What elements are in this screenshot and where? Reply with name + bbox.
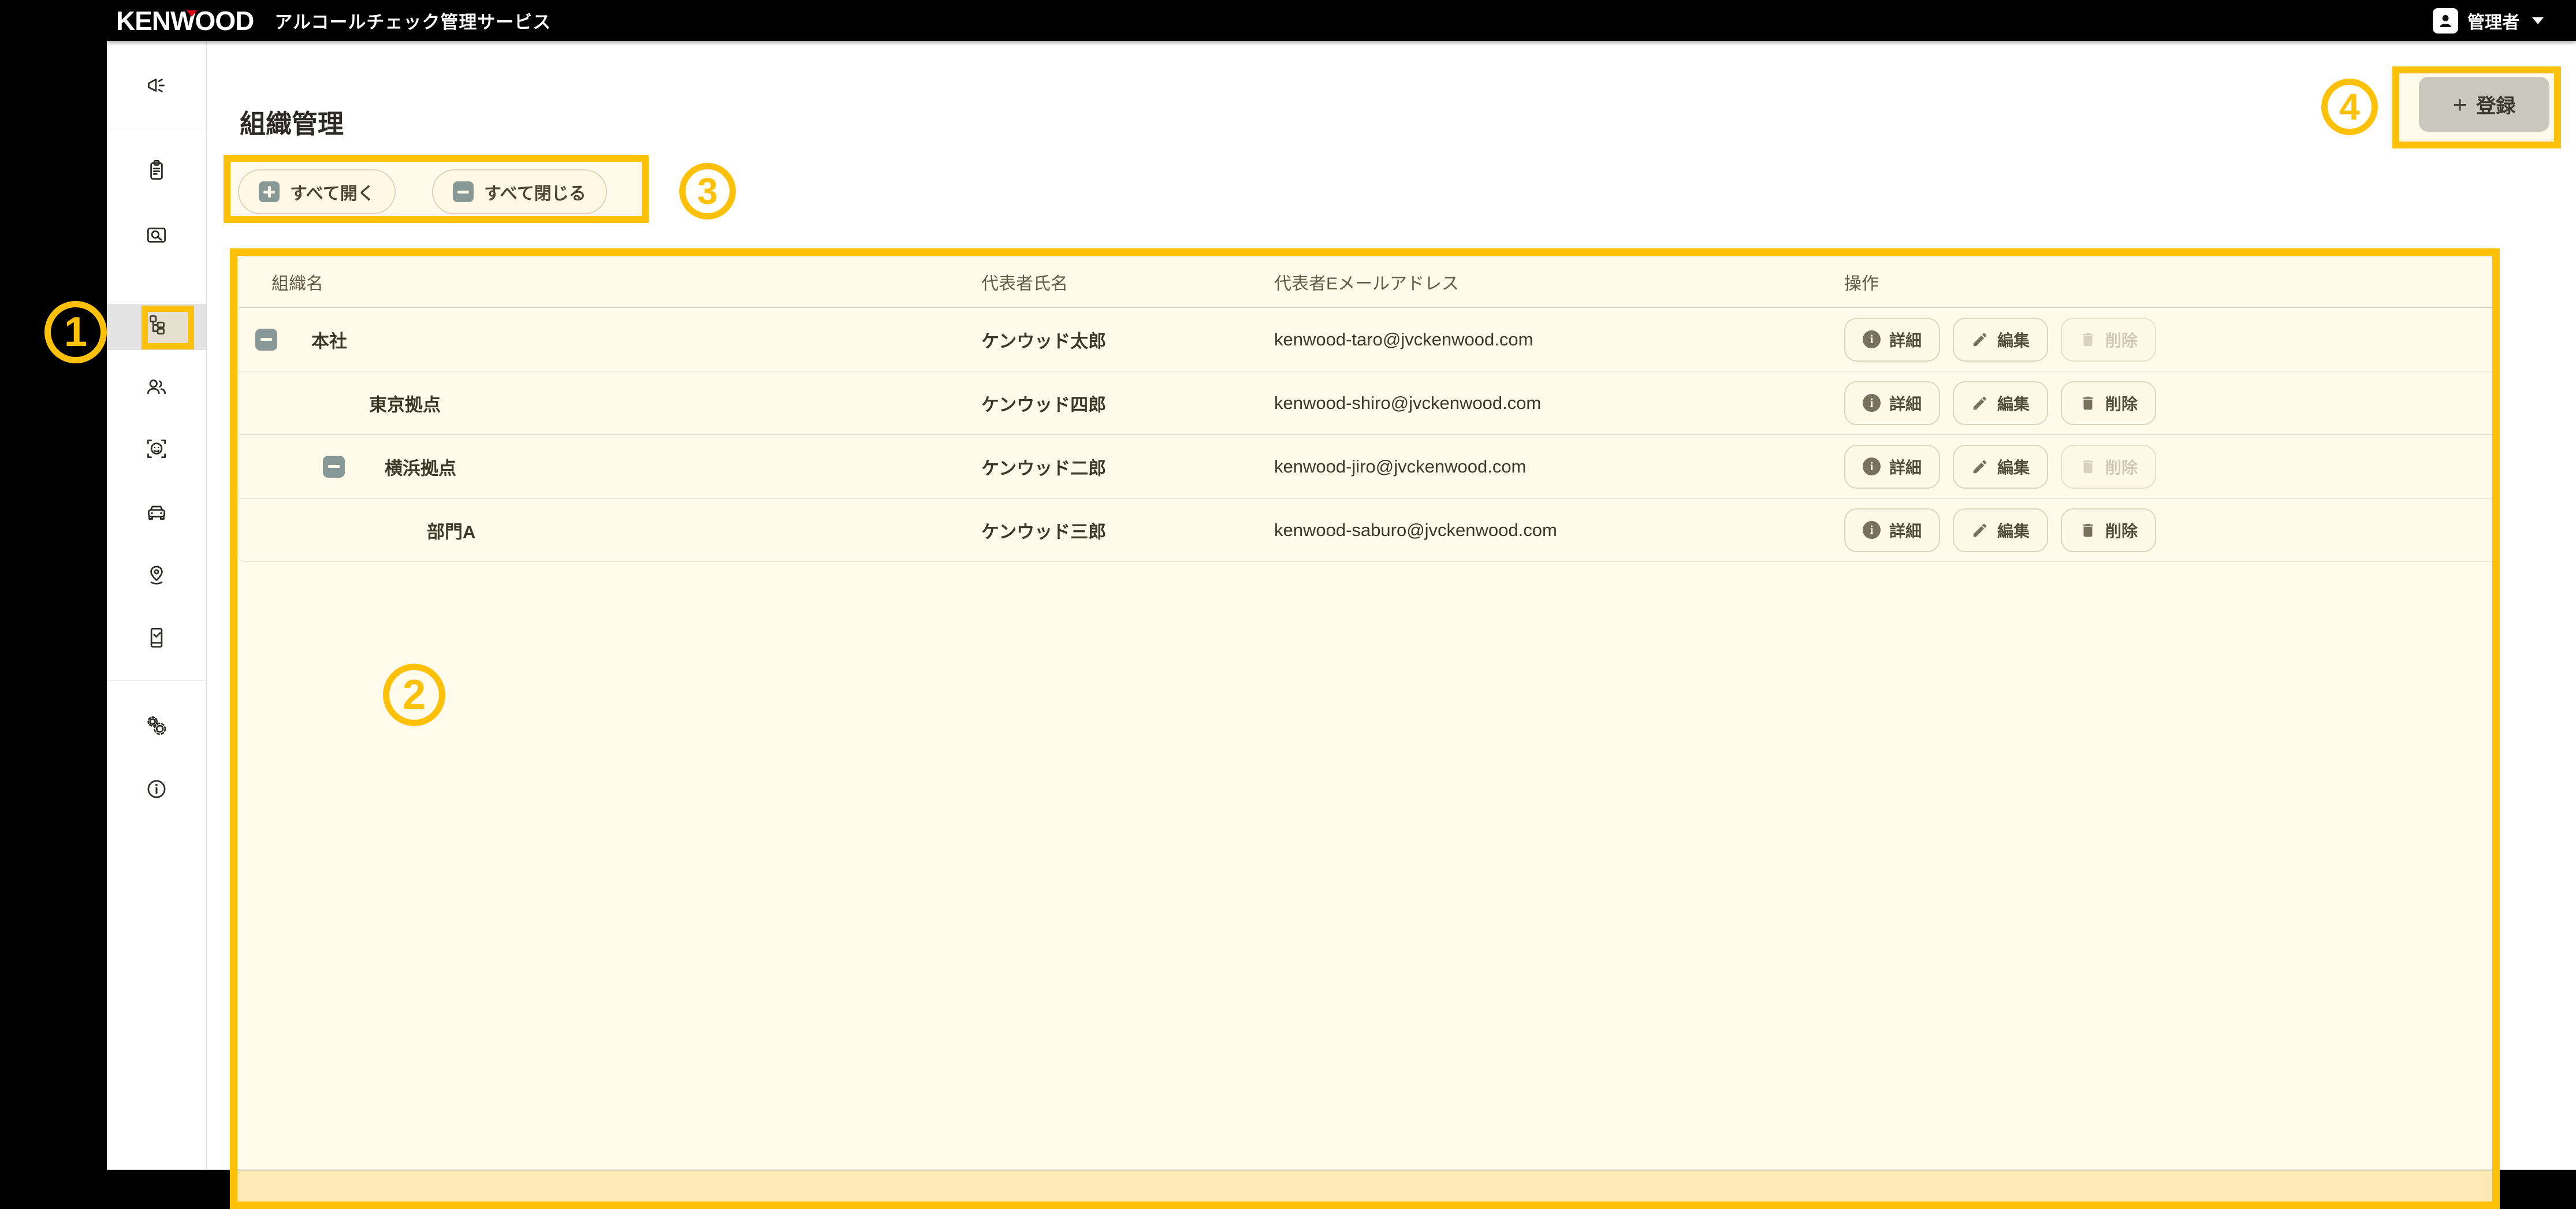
record-search-icon: [143, 222, 170, 248]
edit-button[interactable]: 編集: [1953, 381, 2048, 425]
register-button-label: 登録: [2476, 90, 2515, 118]
delete-button[interactable]: 削除: [2061, 318, 2156, 362]
table-row: 横浜拠点 ケンウッド二郎 kenwood-jiro@jvckenwood.com…: [239, 434, 2499, 498]
minus-square-icon: [453, 181, 474, 202]
settings-icon: [143, 713, 170, 739]
rep-email: kenwood-taro@jvckenwood.com: [1274, 329, 1533, 350]
rep-name: ケンウッド二郎: [981, 453, 1106, 479]
brand-red-triangle-icon: [187, 10, 197, 17]
pencil-icon: [1971, 331, 1989, 348]
trash-icon: [2079, 522, 2097, 539]
table-row: 本社 ケンウッド太郎 kenwood-taro@jvckenwood.com 詳…: [239, 308, 2499, 371]
table-row: 部門A ケンウッド三郎 kenwood-saburo@jvckenwood.co…: [239, 498, 2499, 561]
users-icon: [143, 374, 170, 401]
rep-name: ケンウッド太郎: [981, 326, 1106, 352]
org-name: 本社: [311, 326, 347, 352]
delete-button[interactable]: 削除: [2061, 381, 2156, 425]
collapse-toggle-icon[interactable]: [323, 456, 345, 478]
pencil-icon: [1971, 395, 1989, 412]
rep-email: kenwood-shiro@jvckenwood.com: [1274, 393, 1541, 414]
trash-icon: [2079, 331, 2097, 348]
expand-all-button[interactable]: すべて開く: [238, 169, 396, 214]
rep-email: kenwood-jiro@jvckenwood.com: [1274, 456, 1526, 477]
user-avatar-icon: [2433, 8, 2458, 34]
device-check-icon: [143, 624, 170, 651]
top-navbar: KENWOOD アルコールチェック管理サービス 管理者: [107, 0, 2576, 41]
location-icon: [143, 562, 170, 589]
detail-button[interactable]: 詳細: [1844, 318, 1940, 362]
delete-button[interactable]: 削除: [2061, 508, 2156, 552]
table-header-row: 組織名 代表者氏名 代表者Eメールアドレス 操作: [239, 256, 2499, 308]
org-name: 部門A: [427, 517, 475, 543]
pencil-icon: [1971, 522, 1989, 539]
header-rep-email: 代表者Eメールアドレス: [1274, 269, 1459, 295]
row-actions: 詳細 編集 削除: [1844, 508, 2156, 552]
info-circle-icon: [1863, 521, 1881, 539]
sidebar-item-report[interactable]: [107, 155, 206, 187]
row-actions: 詳細 編集 削除: [1844, 445, 2156, 489]
info-circle-icon: [1863, 394, 1881, 412]
announcement-icon: [143, 72, 170, 99]
detail-button[interactable]: 詳細: [1844, 381, 1940, 425]
edit-button[interactable]: 編集: [1953, 508, 2048, 552]
detail-button[interactable]: 詳細: [1844, 445, 1940, 489]
plus-square-icon: [259, 181, 280, 202]
collapse-toggle-icon[interactable]: [255, 329, 277, 351]
trash-icon: [2079, 395, 2097, 412]
sidebar-item-device-check[interactable]: [107, 622, 206, 654]
organization-icon: [143, 312, 170, 338]
org-name: 東京拠点: [369, 390, 441, 416]
row-actions: 詳細 編集 削除: [1844, 318, 2156, 362]
sidebar-divider: [107, 680, 206, 681]
report-icon: [143, 158, 170, 184]
pencil-icon: [1971, 458, 1989, 475]
vehicle-icon: [143, 500, 170, 526]
annotation-fill-band: [237, 1170, 2492, 1201]
rep-email: kenwood-saburo@jvckenwood.com: [1274, 520, 1557, 541]
expand-all-label: すべて開く: [290, 179, 375, 204]
sidebar-item-settings[interactable]: [107, 710, 206, 742]
header-actions: 操作: [1844, 269, 1879, 295]
sidebar-item-about[interactable]: [107, 773, 206, 805]
annotation-number-1: 1: [44, 301, 107, 363]
header-rep-name: 代表者氏名: [981, 269, 1068, 295]
chevron-down-icon: [2532, 17, 2544, 24]
info-circle-icon: [1863, 457, 1881, 475]
sidebar-item-face-recognition[interactable]: [107, 433, 206, 465]
sidebar-item-vehicles[interactable]: [107, 497, 206, 529]
sidebar-item-locations[interactable]: [107, 559, 206, 592]
edit-button[interactable]: 編集: [1953, 445, 2048, 489]
collapse-all-button[interactable]: すべて閉じる: [432, 169, 607, 214]
sidebar-item-announcement[interactable]: [107, 69, 206, 102]
face-recognition-icon: [143, 436, 170, 462]
info-circle-icon: [1863, 330, 1881, 348]
page-title: 組織管理: [240, 103, 344, 140]
sidebar-item-users[interactable]: [107, 371, 206, 404]
info-icon: [143, 776, 170, 802]
user-menu[interactable]: 管理者: [2433, 0, 2544, 41]
collapse-all-label: すべて閉じる: [484, 179, 586, 204]
service-title: アルコールチェック管理サービス: [274, 8, 551, 34]
org-name: 横浜拠点: [385, 453, 456, 479]
brand-logo: KENWOOD アルコールチェック管理サービス: [116, 5, 551, 36]
brand-wordmark: KENWOOD: [116, 5, 254, 36]
detail-button[interactable]: 詳細: [1844, 508, 1940, 552]
table-row: 東京拠点 ケンウッド四郎 kenwood-shiro@jvckenwood.co…: [239, 371, 2499, 434]
delete-button[interactable]: 削除: [2061, 445, 2156, 489]
plus-icon: +: [2453, 92, 2467, 117]
sidebar: [107, 41, 207, 1170]
rep-name: ケンウッド三郎: [981, 517, 1106, 543]
row-actions: 詳細 編集 削除: [1844, 381, 2156, 425]
user-menu-label: 管理者: [2467, 8, 2519, 34]
rep-name: ケンウッド四郎: [981, 390, 1106, 416]
sidebar-item-record-search[interactable]: [107, 219, 206, 251]
sidebar-item-organization[interactable]: [107, 309, 206, 341]
trash-icon: [2079, 458, 2097, 475]
manual-page-canvas: KENWOOD アルコールチェック管理サービス 管理者: [0, 0, 2576, 1209]
edit-button[interactable]: 編集: [1953, 318, 2048, 362]
register-button[interactable]: + 登録: [2419, 77, 2549, 132]
app-window: KENWOOD アルコールチェック管理サービス 管理者: [107, 0, 2576, 1170]
organization-table: 組織名 代表者氏名 代表者Eメールアドレス 操作 本社 ケンウッド太郎 kenw…: [239, 256, 2500, 562]
header-org-name: 組織名: [271, 269, 323, 295]
